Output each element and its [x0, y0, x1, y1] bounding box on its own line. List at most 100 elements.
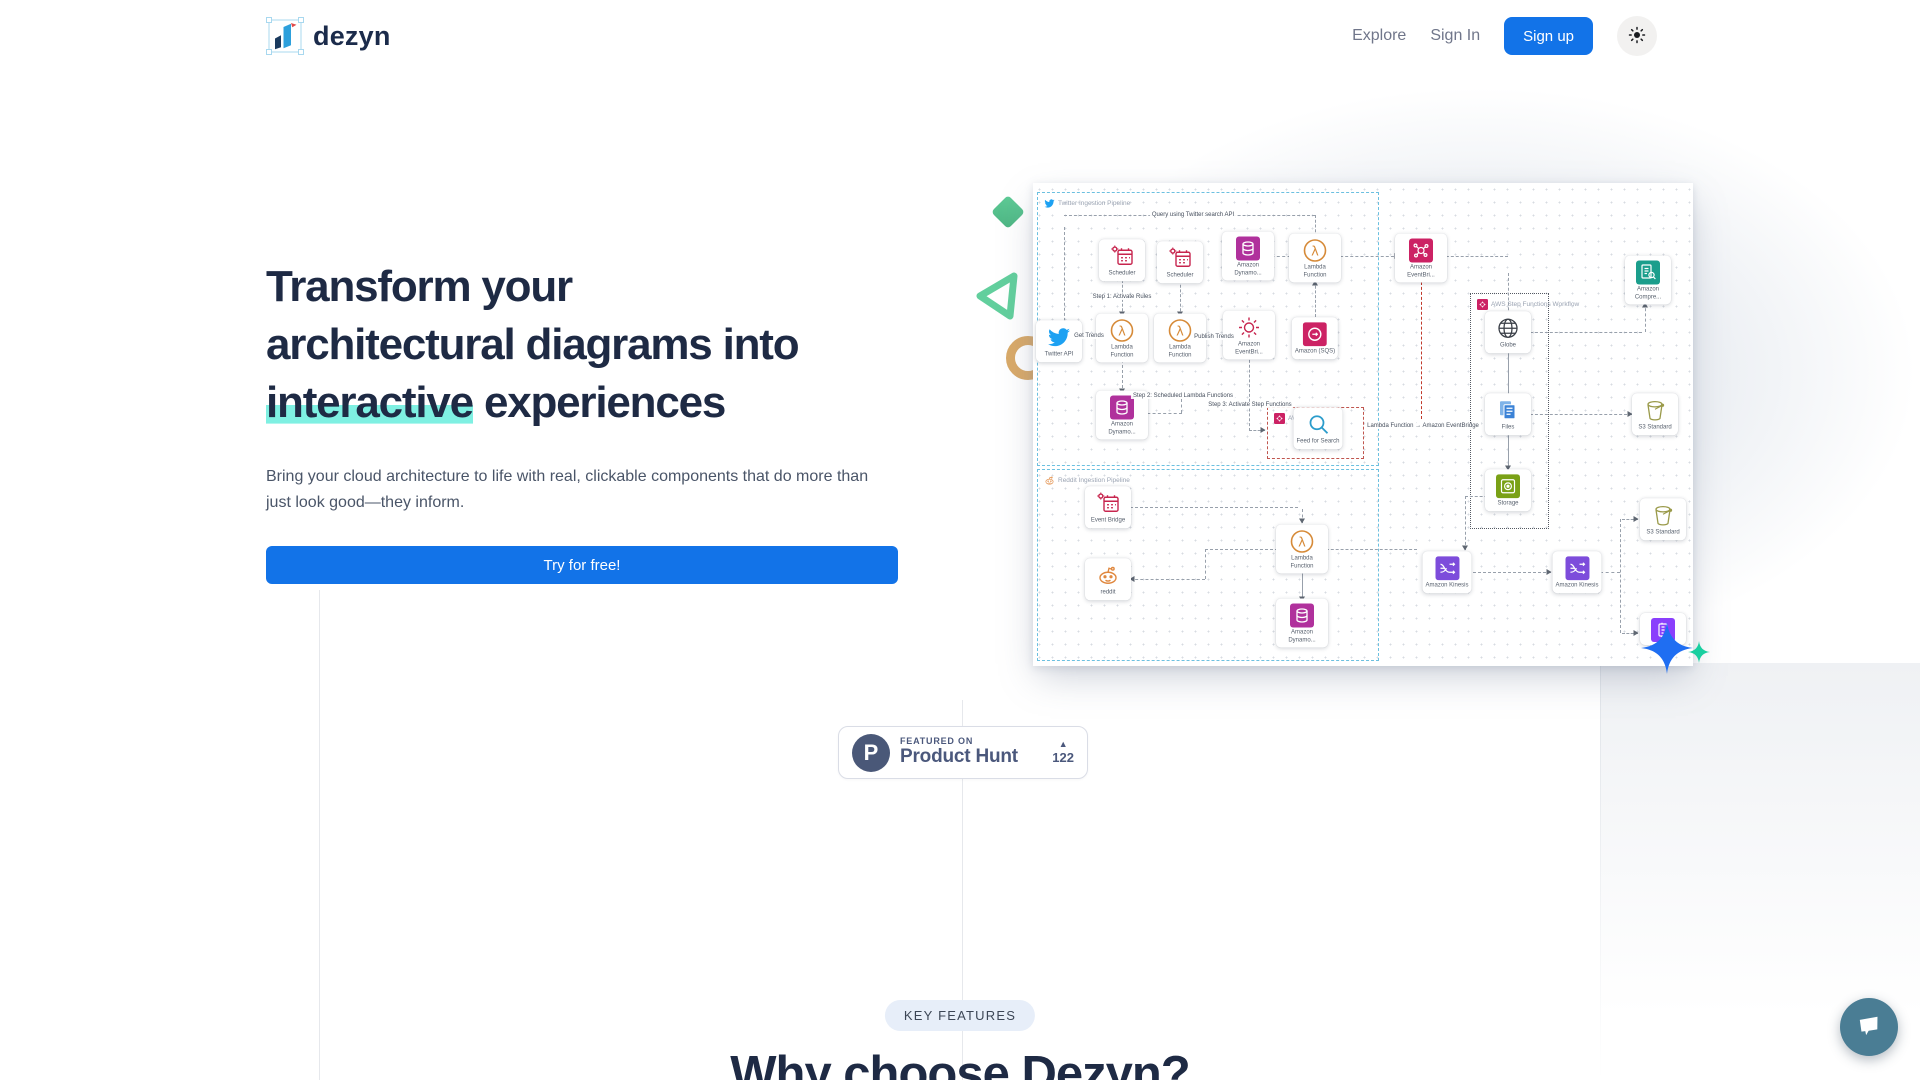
diagram-connector	[1421, 277, 1422, 419]
diagram-node-label: Lambda Function	[1157, 345, 1203, 360]
arrowhead	[1462, 546, 1468, 551]
kinesis-icon	[1435, 556, 1459, 580]
s3-icon	[1643, 398, 1667, 422]
search-icon	[1306, 412, 1330, 436]
diagram-node-label: Amazon Kinesis	[1425, 582, 1468, 590]
diagram-node[interactable]: Amazon (SQS)	[1292, 317, 1338, 359]
diagram-node[interactable]: Amazon Dynamo...	[1222, 232, 1274, 281]
diagram-node[interactable]: Amazon Dynamo...	[1276, 599, 1328, 648]
diagram-group-label: Reddit Ingestion Pipeline	[1044, 475, 1130, 486]
reddit-icon	[1044, 475, 1055, 486]
diagram-node[interactable]: Amazon Kinesis	[1552, 551, 1601, 593]
files-icon	[1496, 398, 1520, 422]
try-free-button[interactable]: Try for free!	[266, 546, 898, 584]
diagram-connector	[1441, 256, 1508, 257]
chat-bubble-icon	[1855, 1012, 1883, 1043]
brand[interactable]: dezyn	[266, 17, 391, 55]
diagram-node-label: Storage	[1497, 500, 1518, 508]
diagram-node[interactable]: λ Lambda Function	[1276, 525, 1328, 574]
calendar-icon	[1096, 491, 1120, 515]
divider-line-left	[319, 590, 320, 1080]
diagram-node-label: Feed for Search	[1296, 438, 1339, 446]
diagram-connector	[1530, 332, 1642, 333]
diagram-node-label: Lambda Function	[1099, 345, 1145, 360]
diagram-group-label: Twitter Ingestion Pipeline	[1044, 198, 1130, 209]
product-hunt-badge[interactable]: P FEATURED ON Product Hunt ▲ 122	[838, 726, 1088, 779]
diagram-node[interactable]: S3 Standard	[1632, 393, 1678, 435]
arrowhead	[1261, 427, 1266, 433]
diagram-node[interactable]: Amazon EventBri...	[1395, 234, 1447, 283]
diagram-connector	[1530, 414, 1632, 415]
nav-explore[interactable]: Explore	[1352, 27, 1406, 45]
diagram-node[interactable]: Feed for Search	[1293, 407, 1342, 449]
product-hunt-name: Product Hunt	[900, 747, 1042, 768]
diagram-node-label: Amazon Dynamo...	[1279, 630, 1325, 645]
diagram-node[interactable]: λLambda Function	[1289, 234, 1341, 283]
twitter-icon	[1047, 325, 1071, 349]
dynamodb-icon	[1236, 237, 1260, 261]
diagram-node-label: Amazon (SQS)	[1295, 348, 1335, 356]
diagram-connector	[1130, 579, 1205, 580]
diagram-node-label: Amazon Compre...	[1628, 287, 1668, 302]
reddit-icon	[1096, 563, 1120, 587]
diagram-node[interactable]: Amazon Compre...	[1625, 256, 1671, 305]
diagram-connector	[1205, 549, 1283, 550]
diagram-node[interactable]: Amazon Kinesis	[1422, 551, 1471, 593]
svg-text:λ: λ	[1176, 325, 1184, 340]
svg-text:λ: λ	[1311, 245, 1319, 260]
diagram-connector	[1064, 227, 1065, 331]
dezyn-logo-icon	[266, 17, 304, 55]
edge-label: Lambda Function → Amazon EventBridge	[1365, 423, 1481, 429]
key-features-badge: KEY FEATURES	[885, 1000, 1035, 1031]
features-heading: Why choose Dezyn?	[0, 1046, 1920, 1080]
theme-toggle-button[interactable]	[1617, 16, 1657, 56]
diagram-node[interactable]: Storage	[1485, 469, 1531, 511]
diagram-group-label: AWS Step Functions Workflow	[1477, 299, 1579, 310]
upvote-icon: ▲	[1059, 739, 1068, 750]
diagram-node[interactable]: S3 Standard	[1640, 498, 1686, 540]
nav-signin[interactable]: Sign In	[1430, 27, 1480, 45]
diagram-connector	[1321, 549, 1417, 550]
upvote-count: 122	[1052, 750, 1074, 766]
sparkle-icon	[1641, 622, 1693, 674]
edge-label: Publish Trends	[1192, 334, 1236, 340]
hero-title: Transform yourarchitectural diagrams int…	[266, 258, 914, 432]
edge-label: Step 2: Scheduled Lambda Functions	[1131, 393, 1235, 399]
diagram-connector	[1335, 256, 1399, 257]
edge-label: Get Trends	[1072, 333, 1106, 339]
diagram-node-label: Files	[1502, 424, 1515, 432]
main-nav: Explore Sign In Sign up	[1352, 16, 1657, 56]
svg-text:λ: λ	[1118, 325, 1126, 340]
lambda-icon: λ	[1168, 319, 1192, 343]
lambda-icon: λ	[1290, 530, 1314, 554]
edge-label: Query using Twitter search API	[1150, 212, 1236, 218]
architecture-diagram[interactable]: Twitter Ingestion Pipeline Reddit Ingesti…	[1033, 183, 1693, 666]
diagram-node-label: S3 Standard	[1638, 424, 1671, 432]
signup-button[interactable]: Sign up	[1504, 17, 1593, 55]
calendar-icon	[1168, 246, 1192, 270]
dynamodb-icon	[1290, 604, 1314, 628]
edge-label: Step 3: Activate Step Functions	[1206, 402, 1293, 408]
diagram-node[interactable]: Files	[1485, 393, 1531, 435]
svg-text:λ: λ	[1298, 536, 1306, 551]
diagram-node[interactable]: Scheduler	[1099, 239, 1145, 281]
stepfunctions-icon	[1274, 413, 1285, 424]
globe-icon	[1496, 316, 1520, 340]
diagram-node[interactable]: Scheduler	[1157, 241, 1203, 283]
diagram-node[interactable]: reddit	[1085, 558, 1131, 600]
diagram-connector	[1620, 519, 1621, 633]
diagram-node-label: Amazon EventBri...	[1398, 265, 1444, 280]
divider-line-right	[1600, 663, 1601, 1080]
chat-widget-button[interactable]	[1840, 998, 1898, 1056]
stepfunctions-icon	[1477, 299, 1488, 310]
sparkle-icon	[1688, 641, 1710, 663]
diagram-node-label: Amazon Dynamo...	[1225, 263, 1271, 278]
diagram-node-label: Lambda Function	[1279, 556, 1325, 571]
brand-name: dezyn	[313, 21, 391, 52]
diagram-connector	[1249, 355, 1250, 431]
diagram-node-label: Scheduler	[1108, 270, 1135, 278]
diagram-node[interactable]: Globe	[1485, 311, 1531, 353]
diagram-node[interactable]: Event Bridge	[1085, 486, 1131, 528]
arrowhead	[1299, 519, 1305, 524]
diagram-node[interactable]: Twitter API	[1036, 320, 1082, 362]
